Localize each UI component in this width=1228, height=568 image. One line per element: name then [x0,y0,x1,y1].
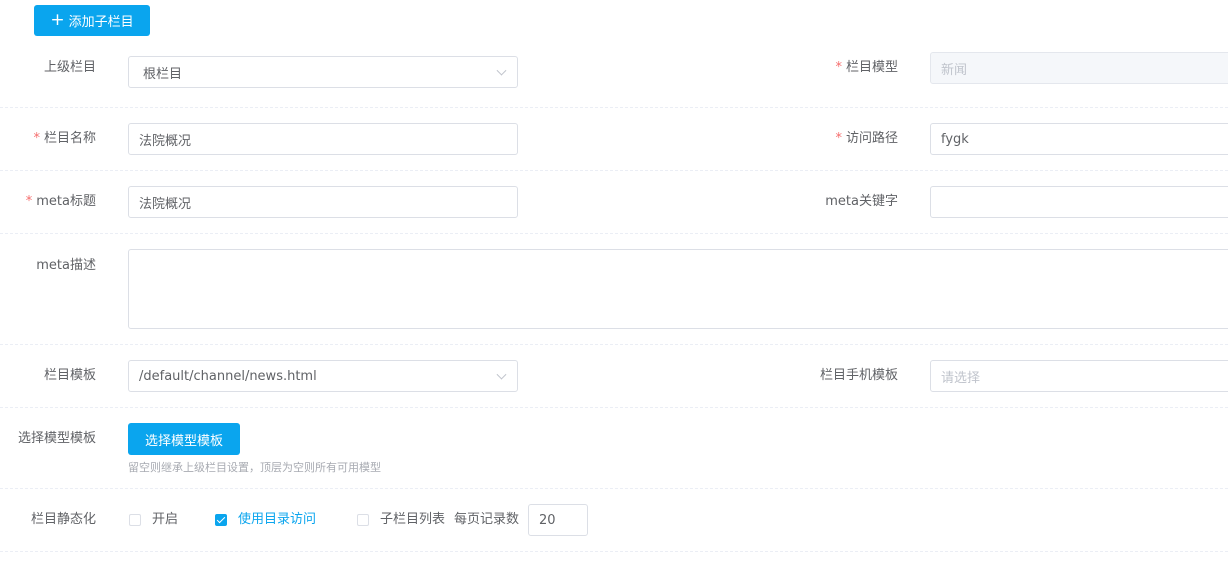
row-divider [0,407,1228,408]
meta-title-label: * meta标题 [25,194,96,209]
per-page-label: 每页记录数 [454,512,520,527]
sub-list-label[interactable]: 子栏目列表 [380,512,445,528]
meta-title-value: 法院概况 [139,196,192,212]
meta-keywords-label: meta关键字 [825,194,898,209]
channel-name-value: 法院概况 [139,133,192,149]
required-mark: * [33,131,40,146]
per-page-value: 20 [539,512,556,528]
mobile-template-label: 栏目手机模板 [819,368,898,383]
parent-channel-select[interactable]: 根栏目 [128,56,518,88]
access-path-input[interactable]: fygk [930,123,1228,155]
sub-list-checkbox[interactable] [357,514,369,526]
model-template-hint: 留空则继承上级栏目设置，顶层为空则所有可用模型 [128,461,381,474]
chevron-down-icon [496,369,507,380]
select-model-template-label: 选择模型模板 [144,433,223,449]
chevron-down-icon [496,65,507,76]
channel-template-select[interactable]: /default/channel/news.html [128,360,518,392]
required-mark: * [25,194,33,209]
dir-access-label[interactable]: 使用目录访问 [238,512,316,528]
channel-name-label: * 栏目名称 [33,131,96,146]
access-path-label: * 访问路径 [835,131,898,146]
channel-model-value: 新闻 [941,62,968,78]
dir-access-checkbox[interactable] [215,514,227,526]
model-template-label: 选择模型模板 [17,431,96,446]
row-divider [0,170,1228,171]
channel-model-label: * 栏目模型 [835,60,898,75]
enable-static-label[interactable]: 开启 [152,512,178,528]
channel-template-value: /default/channel/news.html [139,368,317,384]
meta-description-label: meta描述 [36,258,96,273]
parent-channel-label: 上级栏目 [43,60,96,75]
channel-model-field: 新闻 [930,52,1228,84]
channel-edit-form: + 添加子栏目 上级栏目 根栏目 * 栏目模型 新闻 * 栏目名称 法院概况 * 访问… [0,0,1228,568]
required-mark: * [835,131,842,146]
per-page-input[interactable]: 20 [528,504,588,536]
add-sub-channel-button[interactable]: + 添加子栏目 [34,5,150,36]
required-mark: * [835,60,842,75]
add-sub-channel-label: 添加子栏目 [68,15,134,30]
channel-static-label: 栏目静态化 [30,512,96,527]
access-path-value: fygk [941,131,969,147]
channel-template-label: 栏目模板 [43,368,96,383]
meta-description-textarea[interactable] [128,249,1228,329]
select-model-template-button[interactable]: 选择模型模板 [128,423,240,455]
plus-icon: + [50,9,65,30]
row-divider [0,488,1228,489]
meta-keywords-input[interactable] [930,186,1228,218]
row-divider [0,344,1228,345]
mobile-template-placeholder: 请选择 [941,370,981,386]
enable-static-checkbox[interactable] [129,514,141,526]
mobile-template-select[interactable]: 请选择 [930,360,1228,392]
row-divider [0,107,1228,108]
channel-name-input[interactable]: 法院概况 [128,123,518,155]
row-divider [0,233,1228,234]
row-divider [0,551,1228,552]
parent-channel-value: 根栏目 [143,66,183,82]
meta-title-input[interactable]: 法院概况 [128,186,518,218]
